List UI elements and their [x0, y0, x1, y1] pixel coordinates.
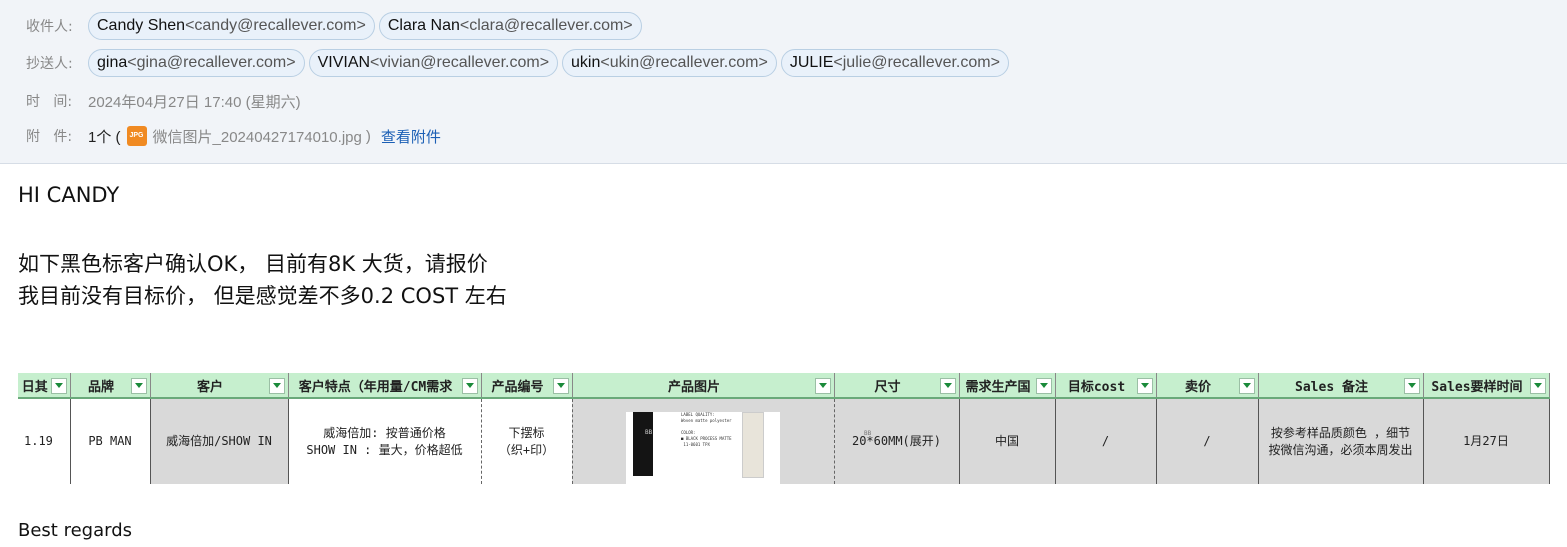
email-header: 收件人: Candy Shen<candy@recallever.com> Cl…	[0, 0, 1567, 164]
filter-dropdown-icon[interactable]	[1238, 378, 1255, 394]
col-header-features: 客户特点（年用量/CM需求	[288, 373, 482, 399]
greeting: HI CANDY	[18, 183, 120, 207]
table-row: 1.19 PB MAN 威海倍加/SHOW IN 威海倍加: 按普通价格 SHO…	[18, 398, 1550, 484]
col-header-brand: 品牌	[70, 373, 151, 399]
cell-features: 威海倍加: 按普通价格 SHOW IN : 量大，价格超低	[288, 398, 482, 484]
cell-sample-time: 1月27日	[1423, 398, 1550, 484]
product-sheet-table: 日其 品牌 客户 客户特点（年用量/CM需求 产品编号 产品图片 尺寸 需求生产…	[18, 373, 1550, 484]
cell-size: 20*60MM(展开)	[834, 398, 960, 484]
filter-dropdown-icon[interactable]	[1403, 378, 1420, 394]
filter-dropdown-icon[interactable]	[268, 378, 285, 394]
filter-dropdown-icon[interactable]	[461, 378, 478, 394]
to-row: 收件人: Candy Shen<candy@recallever.com> Cl…	[26, 12, 646, 40]
cell-date: 1.19	[18, 398, 71, 484]
cc-row: 抄送人: gina<gina@recallever.com> VIVIAN<vi…	[26, 49, 1013, 77]
cell-product: 下摆标 （织+印）	[481, 398, 573, 484]
white-label-image: BB	[742, 412, 871, 478]
attach-count: 1个 (	[88, 128, 121, 146]
filter-dropdown-icon[interactable]	[552, 378, 569, 394]
cell-remark: 按参考样品质颜色 ，细节 按微信沟通，必须本周发出	[1258, 398, 1424, 484]
time-label: 时 间:	[26, 94, 73, 110]
attach-label: 附 件:	[26, 129, 73, 145]
col-header-price: 卖价	[1156, 373, 1259, 399]
time-value: 2024年04月27日 17:40 (星期六)	[88, 93, 301, 111]
product-image[interactable]: BB LABEL QUALITY: Woven matte polyester …	[626, 412, 871, 484]
col-header-size: 尺寸	[834, 373, 960, 399]
filter-dropdown-icon[interactable]	[130, 378, 147, 394]
col-header-product-image: 产品图片	[572, 373, 835, 399]
col-header-sample-time: Sales要样时间	[1423, 373, 1550, 399]
cc-chip[interactable]: ukin<ukin@recallever.com>	[562, 49, 777, 77]
black-label-image: BB	[633, 412, 653, 476]
cc-chip[interactable]: JULIE<julie@recallever.com>	[780, 49, 1009, 77]
filter-dropdown-icon[interactable]	[1136, 378, 1153, 394]
recipient-chip[interactable]: Candy Shen<candy@recallever.com>	[88, 12, 375, 40]
filter-dropdown-icon[interactable]	[1529, 378, 1546, 394]
body-line-1: 如下黑色标客户确认OK， 目前有8K 大货，请报价	[18, 252, 488, 276]
cell-target-cost: /	[1055, 398, 1157, 484]
to-label: 收件人:	[26, 19, 73, 35]
cc-chip[interactable]: VIVIAN<vivian@recallever.com>	[308, 49, 559, 77]
cell-price: /	[1156, 398, 1259, 484]
header-row: 日其 品牌 客户 客户特点（年用量/CM需求 产品编号 产品图片 尺寸 需求生产…	[18, 373, 1550, 399]
jpg-file-icon: JPG	[126, 126, 147, 146]
filter-dropdown-icon[interactable]	[939, 378, 956, 394]
recipient-chip[interactable]: Clara Nan<clara@recallever.com>	[378, 12, 642, 40]
col-header-target-cost: 目标cost	[1055, 373, 1157, 399]
cell-product-image: BB LABEL QUALITY: Woven matte polyester …	[572, 398, 871, 484]
attachment-row: 附 件: 1个 ( JPG 微信图片_20240427174010.jpg ) …	[26, 125, 441, 147]
cc-label: 抄送人:	[26, 56, 73, 72]
label-info-text: LABEL QUALITY: Woven matte polyester COL…	[681, 412, 732, 447]
cell-customer: 威海倍加/SHOW IN	[150, 398, 289, 484]
view-attachment-link[interactable]: 查看附件	[381, 126, 441, 147]
cell-country: 中国	[959, 398, 1056, 484]
time-row: 时 间: 2024年04月27日 17:40 (星期六)	[26, 90, 301, 112]
col-header-date: 日其	[18, 373, 71, 399]
cell-brand: PB MAN	[70, 398, 151, 484]
body-line-2: 我目前没有目标价， 但是感觉差不多0.2 COST 左右	[18, 284, 507, 308]
col-header-product-code: 产品编号	[481, 373, 573, 399]
filter-dropdown-icon[interactable]	[50, 378, 67, 394]
cc-chip[interactable]: gina<gina@recallever.com>	[88, 49, 305, 77]
filter-dropdown-icon[interactable]	[814, 378, 831, 394]
col-header-country: 需求生产国	[959, 373, 1056, 399]
closing: Best regards	[18, 520, 133, 541]
attach-filename[interactable]: 微信图片_20240427174010.jpg	[153, 126, 362, 147]
attach-close-paren: )	[365, 127, 371, 145]
col-header-customer: 客户	[150, 373, 289, 399]
col-header-sales-remark: Sales 备注	[1258, 373, 1424, 399]
filter-dropdown-icon[interactable]	[1035, 378, 1052, 394]
